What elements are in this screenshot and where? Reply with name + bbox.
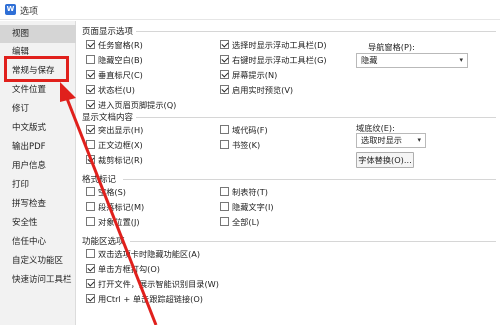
chevron-down-icon: ▾ bbox=[459, 56, 463, 64]
section-title-format-marks: 格式标记 bbox=[82, 175, 117, 185]
checkbox-smart-toc[interactable]: 打开文件，展示智能识别目录(W) bbox=[86, 278, 219, 290]
section-divider bbox=[130, 241, 496, 242]
options-main-panel: 页面显示选项 任务窗格(R) 隐藏空白(B) 垂直标尺(C) 状态栏(U) 进入… bbox=[78, 21, 500, 325]
checkbox-select-float-toolbar[interactable]: 选择时显示浮动工具栏(D) bbox=[220, 39, 327, 51]
checkbox-spaces[interactable]: 空格(S) bbox=[86, 186, 126, 198]
checkbox-box[interactable] bbox=[86, 202, 95, 211]
checkbox-hide-blank[interactable]: 隐藏空白(B) bbox=[86, 54, 143, 66]
checkbox-box[interactable] bbox=[220, 217, 229, 226]
sidebar-item-export-pdf[interactable]: 输出PDF bbox=[0, 138, 76, 156]
checkbox-ctrl-click-hyperlink[interactable]: 用Ctrl + 单击跟踪超链接(O) bbox=[86, 293, 203, 305]
section-divider bbox=[136, 31, 496, 32]
section-divider bbox=[123, 179, 496, 180]
section-divider bbox=[136, 117, 496, 118]
sidebar-item-chinese-layout[interactable]: 中文版式 bbox=[0, 119, 76, 137]
section-title-page-display: 页面显示选项 bbox=[82, 27, 134, 37]
sidebar-item-revision[interactable]: 修订 bbox=[0, 100, 76, 118]
sidebar-item-print[interactable]: 打印 bbox=[0, 176, 76, 194]
sidebar-item-quick-access-toolbar[interactable]: 快速访问工具栏 bbox=[0, 271, 76, 289]
sidebar-item-user-info[interactable]: 用户信息 bbox=[0, 157, 76, 175]
app-icon: W bbox=[5, 4, 16, 15]
checkbox-header-footer-hint[interactable]: 进入页眉页脚提示(Q) bbox=[86, 99, 176, 111]
checkbox-paragraph-marks[interactable]: 段落标记(M) bbox=[86, 201, 144, 213]
checkbox-box[interactable] bbox=[220, 187, 229, 196]
checkbox-all-marks[interactable]: 全部(L) bbox=[220, 216, 259, 228]
checkbox-box[interactable] bbox=[86, 140, 95, 149]
checkbox-vertical-ruler[interactable]: 垂直标尺(C) bbox=[86, 69, 143, 81]
checkbox-box[interactable] bbox=[86, 55, 95, 64]
annotation-highlight-box bbox=[4, 56, 69, 82]
checkbox-rightclick-float-toolbar[interactable]: 右键时显示浮动工具栏(G) bbox=[220, 54, 327, 66]
checkbox-status-bar[interactable]: 状态栏(U) bbox=[86, 84, 135, 96]
checkbox-box[interactable] bbox=[86, 294, 95, 303]
sidebar-item-spell-check[interactable]: 拼写检查 bbox=[0, 195, 76, 213]
window-title: 选项 bbox=[20, 7, 39, 17]
checkbox-task-pane[interactable]: 任务窗格(R) bbox=[86, 39, 143, 51]
title-bar: W 选项 bbox=[0, 0, 500, 20]
checkbox-tab-characters[interactable]: 制表符(T) bbox=[220, 186, 268, 198]
sidebar-item-trust-center[interactable]: 信任中心 bbox=[0, 233, 76, 251]
checkbox-box[interactable] bbox=[220, 55, 229, 64]
checkbox-dblclick-hide-ribbon[interactable]: 双击选项卡时隐藏功能区(A) bbox=[86, 248, 200, 260]
nav-pane-label: 导航窗格(P): bbox=[368, 42, 415, 52]
checkbox-click-box-tick[interactable]: 单击方框打勾(O) bbox=[86, 263, 160, 275]
checkbox-field-codes[interactable]: 域代码(F) bbox=[220, 124, 268, 136]
checkbox-box[interactable] bbox=[86, 40, 95, 49]
checkbox-box[interactable] bbox=[220, 202, 229, 211]
checkbox-box[interactable] bbox=[86, 187, 95, 196]
sidebar-item-security[interactable]: 安全性 bbox=[0, 214, 76, 232]
checkbox-highlight[interactable]: 突出显示(H) bbox=[86, 124, 143, 136]
checkbox-object-anchors[interactable]: 对象位置(J) bbox=[86, 216, 140, 228]
checkbox-screen-tips[interactable]: 屏幕提示(N) bbox=[220, 69, 277, 81]
checkbox-box[interactable] bbox=[220, 85, 229, 94]
checkbox-box[interactable] bbox=[86, 249, 95, 258]
checkbox-crop-marks[interactable]: 裁剪标记(R) bbox=[86, 154, 143, 166]
sidebar-item-file-location[interactable]: 文件位置 bbox=[0, 81, 76, 99]
section-title-ribbon-options: 功能区选项 bbox=[82, 237, 125, 247]
checkbox-hidden-text[interactable]: 隐藏文字(I) bbox=[220, 201, 274, 213]
checkbox-box[interactable] bbox=[220, 70, 229, 79]
checkbox-box[interactable] bbox=[86, 264, 95, 273]
checkbox-text-boundaries[interactable]: 正文边框(X) bbox=[86, 139, 143, 151]
checkbox-live-preview[interactable]: 启用实时预览(V) bbox=[220, 84, 293, 96]
font-replace-button[interactable]: 字体替换(O)... bbox=[356, 152, 414, 168]
sidebar-item-customize-ribbon[interactable]: 自定义功能区 bbox=[0, 252, 76, 270]
checkbox-box[interactable] bbox=[86, 85, 95, 94]
checkbox-bookmarks[interactable]: 书签(K) bbox=[220, 139, 260, 151]
chevron-down-icon: ▾ bbox=[417, 136, 421, 144]
checkbox-box[interactable] bbox=[220, 40, 229, 49]
field-shading-select[interactable]: 选取时显示 ▾ bbox=[356, 133, 426, 148]
checkbox-box[interactable] bbox=[220, 125, 229, 134]
checkbox-box[interactable] bbox=[86, 279, 95, 288]
checkbox-box[interactable] bbox=[86, 155, 95, 164]
section-title-doc-content: 显示文档内容 bbox=[82, 113, 134, 123]
checkbox-box[interactable] bbox=[86, 217, 95, 226]
sidebar-item-view[interactable]: 视图 bbox=[0, 25, 76, 43]
nav-pane-select[interactable]: 隐藏 ▾ bbox=[356, 53, 468, 68]
checkbox-box[interactable] bbox=[86, 100, 95, 109]
checkbox-box[interactable] bbox=[86, 125, 95, 134]
checkbox-box[interactable] bbox=[220, 140, 229, 149]
checkbox-box[interactable] bbox=[86, 70, 95, 79]
